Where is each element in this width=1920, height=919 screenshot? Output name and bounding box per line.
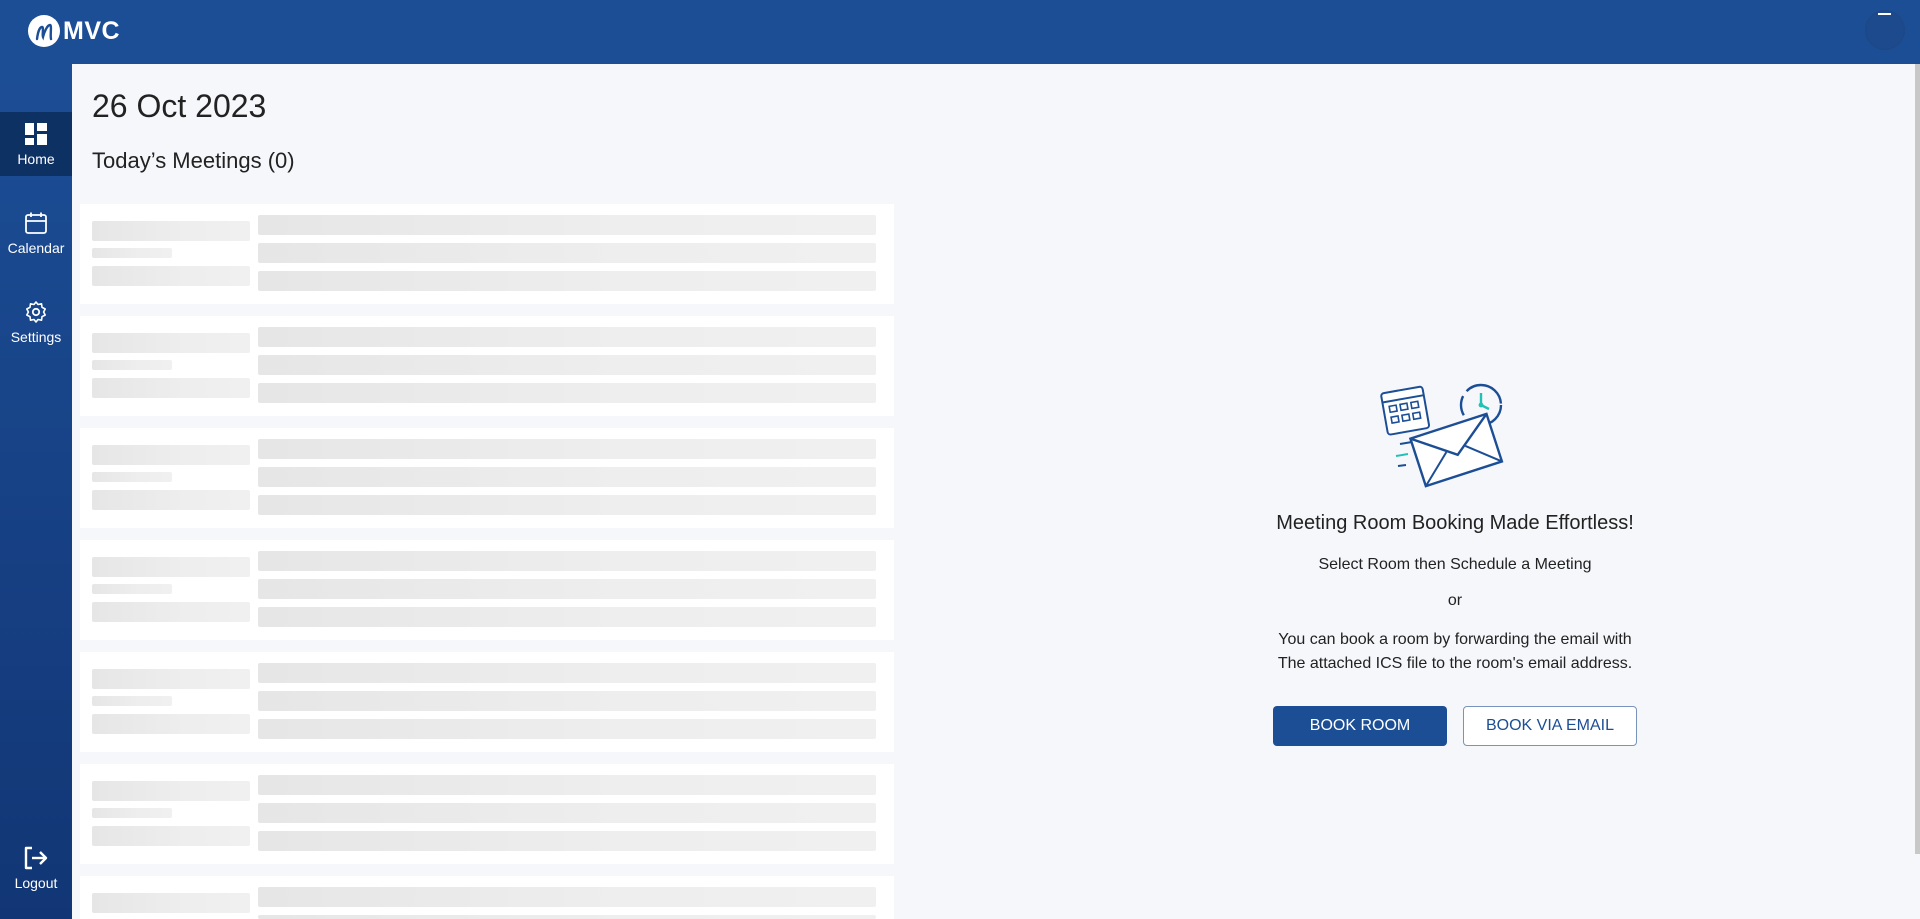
skeleton-card: [80, 876, 894, 919]
sidebar-item-calendar[interactable]: Calendar: [0, 201, 72, 265]
skeleton-card: [80, 316, 894, 416]
sidebar-item-settings[interactable]: Settings: [0, 290, 72, 354]
sidebar: Home Calendar Settings Logout: [0, 64, 72, 919]
skeleton-card: [80, 652, 894, 752]
logout-label: Logout: [14, 874, 58, 891]
page-scrollbar[interactable]: [1915, 64, 1920, 854]
logo-text: MVC: [63, 16, 121, 45]
calendar-icon: [25, 212, 47, 234]
app-logo[interactable]: MVC: [28, 15, 120, 47]
promo-email-instruction-line2: The attached ICS file to the room's emai…: [1277, 655, 1633, 672]
skeleton-card: [80, 540, 894, 640]
promo-title: Meeting Room Booking Made Effortless!: [1276, 512, 1634, 534]
sidebar-item-label: Calendar: [7, 239, 65, 256]
promo-email-instruction: You can book a room by forwarding the em…: [1240, 628, 1670, 676]
promo-or-text: or: [1447, 592, 1463, 609]
meetings-heading: Today’s Meetings (0): [92, 148, 295, 173]
dashboard-icon: [25, 122, 47, 145]
page-title-date: 26 Oct 2023: [92, 88, 267, 124]
skeleton-card: [80, 428, 894, 528]
top-app-bar: MVC: [0, 0, 1920, 64]
promo-instruction: Select Room then Schedule a Meeting: [1318, 556, 1592, 573]
sidebar-item-label: Settings: [10, 328, 62, 345]
gear-icon: [26, 300, 46, 323]
sidebar-item-label: Home: [17, 150, 55, 167]
menu-indicator-icon: [1878, 13, 1891, 15]
logout-button[interactable]: Logout: [0, 833, 72, 903]
promo-email-instruction-line1: You can book a room by forwarding the em…: [1278, 631, 1632, 648]
calendar-email-clock-illustration: [1380, 383, 1504, 488]
skeleton-card: [80, 764, 894, 864]
logo-n-icon: [28, 15, 60, 47]
book-room-button[interactable]: BOOK ROOM: [1273, 706, 1447, 746]
profile-avatar-button[interactable]: [1865, 10, 1905, 50]
main-content: 26 Oct 2023 Today’s Meetings (0) Meeting…: [72, 64, 1915, 919]
skeleton-card: [80, 204, 894, 304]
book-via-email-button[interactable]: BOOK VIA EMAIL: [1463, 706, 1637, 746]
logout-icon: [24, 846, 48, 869]
sidebar-item-home[interactable]: Home: [0, 112, 72, 176]
